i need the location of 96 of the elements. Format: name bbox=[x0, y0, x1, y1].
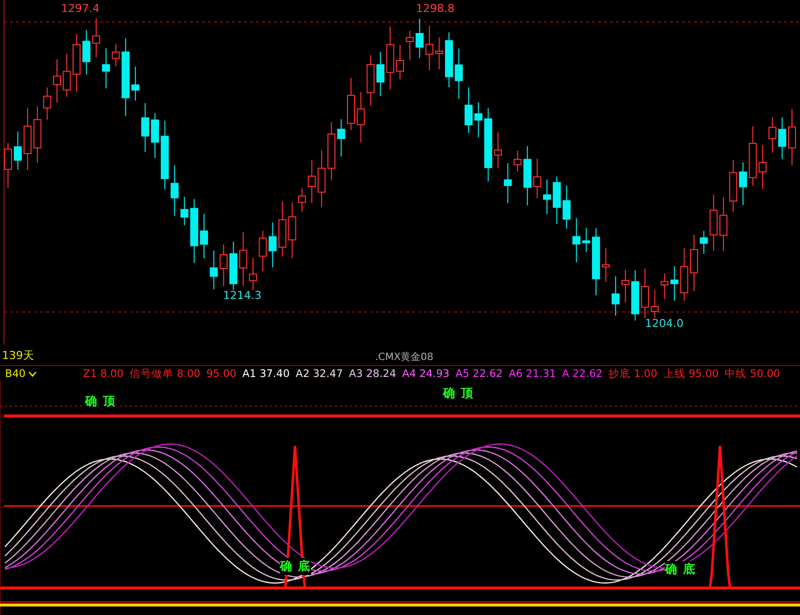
indicator-selector[interactable]: B40 bbox=[5, 368, 77, 380]
candlestick bbox=[504, 162, 512, 204]
indicator-value: 95.00 bbox=[206, 368, 236, 380]
candlestick bbox=[739, 162, 747, 206]
candlestick bbox=[200, 213, 208, 259]
candlestick bbox=[308, 160, 316, 204]
candlestick bbox=[14, 131, 22, 170]
candlestick bbox=[660, 273, 669, 300]
price-label: 1298.8 bbox=[415, 3, 456, 15]
candlestick bbox=[592, 228, 600, 296]
candlestick bbox=[220, 244, 228, 287]
candlestick bbox=[416, 18, 424, 58]
candlestick bbox=[690, 234, 698, 292]
candlestick bbox=[43, 86, 52, 120]
indicator-value: A6 21.31 bbox=[508, 368, 556, 380]
indicator-value: A2 32.47 bbox=[296, 368, 343, 380]
signal-label: 确 顶 bbox=[443, 385, 474, 402]
candlestick bbox=[92, 17, 100, 58]
candlestick bbox=[72, 33, 81, 92]
candlestick bbox=[602, 247, 610, 282]
candlestick bbox=[552, 176, 561, 224]
chevron-icon bbox=[28, 370, 37, 376]
candlestick bbox=[631, 270, 640, 322]
candlestick bbox=[454, 48, 463, 100]
candlestick bbox=[151, 112, 159, 158]
candlestick bbox=[543, 179, 551, 215]
candlestick bbox=[710, 194, 718, 252]
candlestick bbox=[768, 116, 776, 154]
instrument-title: .CMX黄金08 bbox=[375, 350, 434, 364]
price-label: 1214.3 bbox=[222, 290, 262, 302]
candlestick bbox=[680, 248, 688, 302]
candlestick bbox=[327, 122, 336, 181]
candlestick bbox=[112, 43, 120, 67]
candlestick bbox=[318, 150, 326, 208]
candlestick bbox=[298, 188, 306, 212]
candlestick bbox=[33, 106, 42, 164]
candlestick bbox=[729, 160, 738, 212]
indicator-value: A3 28.24 bbox=[348, 368, 396, 380]
candlestick bbox=[670, 266, 678, 302]
candlestick bbox=[621, 269, 630, 303]
candlestick bbox=[376, 52, 384, 97]
candlestick bbox=[758, 144, 767, 190]
candlestick bbox=[190, 198, 198, 264]
candlestick bbox=[612, 276, 620, 316]
indicator-value: 上线 95.00 bbox=[663, 366, 719, 380]
candlestick bbox=[778, 116, 786, 160]
candlestick bbox=[435, 36, 444, 70]
candlestick bbox=[396, 44, 404, 80]
indicator-value: A 22.62 bbox=[562, 368, 603, 380]
indicator-value: Z1 8.00 bbox=[83, 368, 124, 380]
candlestick bbox=[4, 142, 12, 188]
candlestick bbox=[366, 54, 375, 106]
signal-label: 确 底 bbox=[665, 561, 696, 578]
price-label: 1204.0 bbox=[644, 318, 684, 330]
indicator-value: A5 22.62 bbox=[455, 368, 503, 380]
candlestick bbox=[258, 230, 267, 272]
candlestick bbox=[748, 126, 757, 186]
period-label: 139天 bbox=[2, 348, 34, 363]
candlestick bbox=[210, 250, 218, 290]
candlestick bbox=[278, 200, 286, 258]
candlestick bbox=[406, 30, 414, 60]
candlestick bbox=[582, 227, 590, 253]
candlestick bbox=[700, 230, 708, 254]
candlestick bbox=[386, 26, 394, 90]
candlestick bbox=[464, 86, 473, 134]
candlestick bbox=[268, 222, 277, 268]
candlestick bbox=[229, 241, 238, 291]
indicator-value: 信号做单 8.00 bbox=[130, 366, 200, 380]
candlestick bbox=[288, 202, 296, 259]
indicator-value: 抄底 1.00 bbox=[608, 366, 658, 380]
candlestick bbox=[494, 132, 502, 169]
candlestick bbox=[102, 48, 110, 89]
candlestick bbox=[572, 218, 580, 263]
indicator-value: 中线 50.00 bbox=[724, 366, 780, 380]
candlestick bbox=[239, 232, 248, 287]
candlestick bbox=[445, 32, 453, 88]
indicator-value: A1 37.40 bbox=[242, 368, 290, 380]
signal-label: 确 顶 bbox=[85, 393, 116, 410]
candlestick bbox=[24, 107, 32, 171]
candlestick bbox=[788, 108, 796, 166]
indicator-value: A4 24.93 bbox=[402, 368, 450, 380]
candlestick bbox=[82, 29, 90, 76]
price-label: 1297.4 bbox=[60, 3, 100, 15]
signal-label: 确 底 bbox=[280, 558, 312, 575]
candlestick bbox=[160, 120, 169, 190]
candlestick bbox=[337, 118, 346, 158]
candlestick bbox=[141, 102, 150, 152]
candlestick bbox=[562, 184, 571, 230]
candlestick bbox=[719, 196, 728, 252]
candlestick bbox=[425, 26, 434, 71]
candlestick bbox=[356, 91, 365, 143]
candlestick bbox=[533, 158, 542, 199]
candlestick bbox=[53, 58, 61, 104]
candlestick bbox=[347, 77, 355, 131]
candlestick bbox=[62, 53, 71, 98]
candlestick bbox=[474, 102, 482, 138]
